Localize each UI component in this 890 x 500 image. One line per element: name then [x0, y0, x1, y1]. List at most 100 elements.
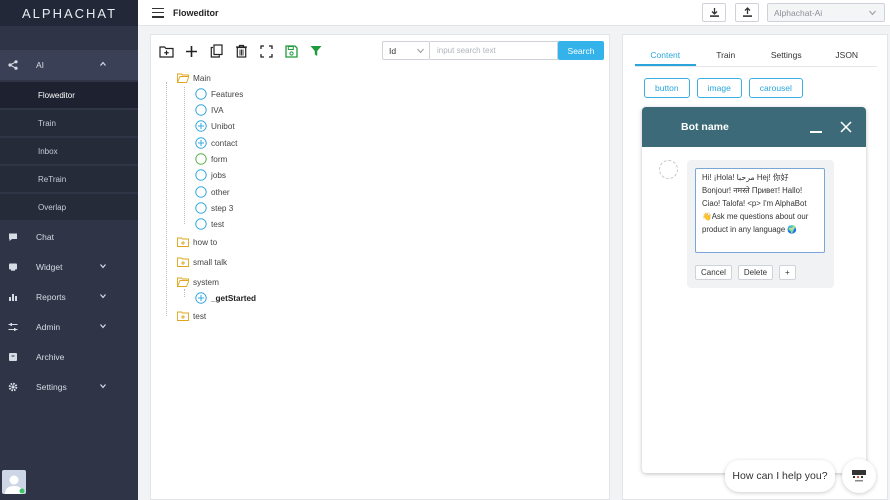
tree-node-label: test: [193, 311, 207, 321]
bot-name: Bot name: [681, 121, 729, 133]
menu-icon[interactable]: [152, 7, 164, 18]
tab-settings[interactable]: Settings: [756, 45, 817, 66]
gear-icon: [7, 381, 19, 393]
cancel-button[interactable]: Cancel: [695, 265, 732, 280]
tree-node-label: form: [211, 154, 228, 164]
upload-button[interactable]: [735, 3, 759, 22]
bot-select[interactable]: Alphachat-Ai: [767, 3, 885, 22]
sidebar-item-label: Widget: [36, 262, 63, 272]
chat-help-bubble[interactable]: How can I help you?: [725, 460, 835, 492]
tree-node-label: small talk: [193, 257, 228, 267]
tree-folder-test[interactable]: test: [177, 309, 206, 323]
delete-button[interactable]: Delete: [737, 265, 774, 280]
tree-folder-small-talk[interactable]: small talk: [177, 255, 227, 269]
sidebar-item-reports[interactable]: Reports: [0, 282, 138, 312]
sidebar-subitem-train[interactable]: Train: [0, 110, 138, 136]
folder-plus-icon: [177, 256, 189, 268]
folder-open-icon: [177, 72, 189, 84]
circle-node-icon: [195, 104, 207, 116]
tree-guide-line: [184, 289, 185, 297]
sidebar-nav: AI Floweditor Train Inbox ReTrain Overla…: [0, 50, 138, 402]
tree-folder-system[interactable]: system: [177, 275, 219, 289]
sidebar-subitem-retrain[interactable]: ReTrain: [0, 166, 138, 192]
sidebar-item-label: Settings: [36, 382, 67, 392]
chevron-down-icon: [100, 294, 106, 299]
sidebar-item-archive[interactable]: Archive: [0, 342, 138, 372]
tree-guide-line: [166, 82, 167, 316]
sidebar-item-settings[interactable]: Settings: [0, 372, 138, 402]
chat-widget-launcher[interactable]: [842, 459, 876, 493]
folder-plus-icon: [177, 310, 189, 322]
chevron-down-icon: [100, 264, 106, 269]
tree-node-label: Unibot: [211, 121, 235, 131]
sidebar-item-admin[interactable]: Admin: [0, 312, 138, 342]
page-title: Floweditor: [173, 7, 219, 18]
sidebar-item-label: Archive: [36, 352, 65, 362]
circle-node-icon: [195, 169, 207, 181]
bot-preview-window: Bot name Hi! ¡Hola! مرحبا Hej! 你好 Bonjou…: [642, 107, 866, 473]
tree-node-iva[interactable]: IVA: [195, 103, 224, 117]
bar-chart-icon: [7, 291, 19, 303]
add-carousel-button[interactable]: carousel: [748, 78, 803, 98]
bot-avatar-placeholder: [659, 160, 678, 179]
sidebar-item-widget[interactable]: Widget: [0, 252, 138, 282]
user-avatar[interactable]: [2, 470, 26, 494]
plus-circle-icon: [195, 120, 207, 132]
tree-folder-main[interactable]: Main: [177, 71, 211, 85]
tree-node-jobs[interactable]: jobs: [195, 168, 226, 182]
sidebar-item-chat[interactable]: Chat: [0, 222, 138, 252]
folder-open-icon: [177, 276, 189, 288]
add-button-button[interactable]: button: [644, 78, 690, 98]
add-message-button[interactable]: +: [779, 265, 796, 280]
tree-node-label: step 3: [211, 203, 234, 213]
circle-node-icon: [195, 153, 207, 165]
tab-train[interactable]: Train: [696, 45, 757, 66]
circle-node-icon: [195, 202, 207, 214]
tree-node-step-3[interactable]: step 3: [195, 201, 233, 215]
tree-folder-how-to[interactable]: how to: [177, 235, 217, 249]
close-icon[interactable]: [839, 120, 853, 134]
sidebar-item-label: Chat: [36, 232, 54, 242]
tree-node-other[interactable]: other: [195, 185, 230, 199]
download-button[interactable]: [702, 3, 726, 22]
tree-node-label: how to: [193, 237, 218, 247]
sliders-icon: [7, 321, 19, 333]
topbar: Floweditor Alphachat-Ai: [138, 0, 890, 26]
sidebar-item-ai[interactable]: AI: [0, 50, 138, 80]
widget-icon: [7, 261, 19, 273]
node-editor-panel: Content Train Settings JSON button image…: [622, 34, 888, 500]
message-card: Hi! ¡Hola! مرحبا Hej! 你好 Bonjour! नमस्ते…: [687, 160, 834, 288]
tab-json[interactable]: JSON: [817, 45, 878, 66]
message-actions: Cancel Delete +: [695, 265, 796, 280]
download-icon: [709, 8, 719, 17]
bot-preview-header: Bot name: [642, 107, 866, 147]
app-brand: ALPHACHAT: [0, 0, 138, 26]
folder-plus-icon: [177, 236, 189, 248]
tree-node-label: Main: [193, 73, 211, 83]
sidebar-subitem-overlap[interactable]: Overlap: [0, 194, 138, 220]
bot-select-value: Alphachat-Ai: [774, 7, 823, 18]
sidebar-subitem-inbox[interactable]: Inbox: [0, 138, 138, 164]
sidebar-item-label: Admin: [36, 322, 61, 332]
share-icon: [7, 59, 19, 71]
tree-node-unibot[interactable]: Unibot: [195, 119, 235, 133]
tree-node-getstarted[interactable]: _getStarted: [195, 291, 256, 305]
chat-bubble-icon: [7, 231, 19, 243]
message-textarea[interactable]: Hi! ¡Hola! مرحبا Hej! 你好 Bonjour! नमस्ते…: [695, 168, 825, 253]
tree-node-label: test: [211, 219, 225, 229]
tree-node-label: _getStarted: [211, 293, 257, 303]
minimize-icon[interactable]: [810, 131, 822, 133]
tree-node-test[interactable]: test: [195, 217, 224, 231]
tab-content[interactable]: Content: [635, 45, 696, 66]
chevron-down-icon: [100, 384, 106, 389]
circle-node-icon: [195, 186, 207, 198]
tree-node-label: system: [193, 277, 219, 287]
tree-node-contact[interactable]: contact: [195, 136, 237, 150]
sidebar-subitem-floweditor[interactable]: Floweditor: [0, 82, 138, 108]
bot-logo-icon: [852, 470, 866, 482]
add-image-button[interactable]: image: [696, 78, 742, 98]
tree-node-label: jobs: [211, 170, 227, 180]
tree-node-features[interactable]: Features: [195, 87, 243, 101]
tree-node-form[interactable]: form: [195, 152, 227, 166]
sidebar: ALPHACHAT AI Floweditor Train Inbox ReTr…: [0, 0, 138, 500]
